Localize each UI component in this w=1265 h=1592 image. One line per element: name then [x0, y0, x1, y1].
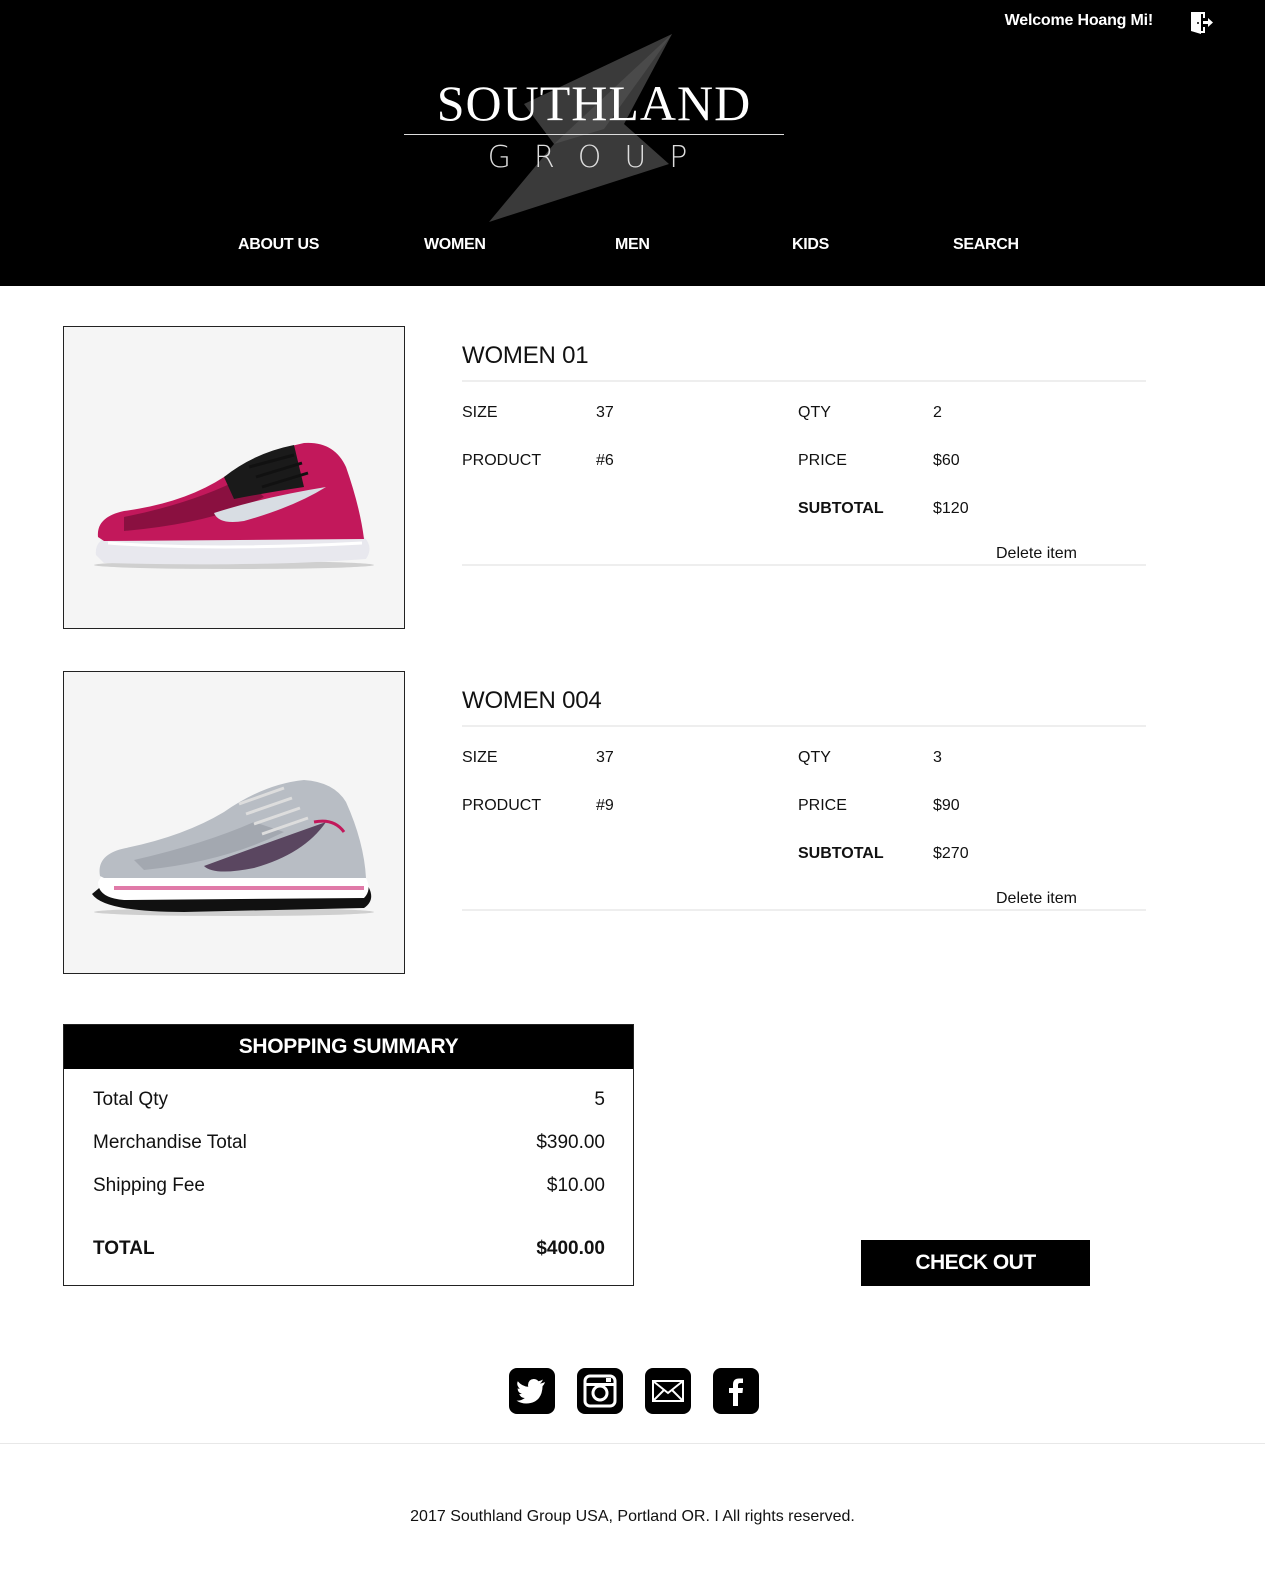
nav-men[interactable]: MEN: [615, 236, 650, 254]
cart-item: WOMEN 01 SIZE 37 QTY 2 PRODUCT #6 PRICE …: [63, 326, 1146, 629]
mail-icon[interactable]: [645, 1368, 691, 1414]
qty-value: 3: [933, 749, 942, 766]
southland-logo[interactable]: SOUTHLAND GROUP: [404, 34, 784, 224]
summary-title: SHOPPING SUMMARY: [64, 1025, 633, 1069]
nav-kids[interactable]: KIDS: [792, 236, 829, 254]
checkout-button[interactable]: CHECK OUT: [861, 1240, 1090, 1286]
price-value: $90: [933, 797, 960, 814]
logo-divider: [404, 134, 784, 135]
size-label: SIZE: [462, 749, 498, 766]
nav-search[interactable]: SEARCH: [953, 236, 1019, 254]
product-value: #6: [596, 452, 614, 469]
merchandise-total-label: Merchandise Total: [93, 1132, 247, 1153]
product-label: PRODUCT: [462, 452, 542, 469]
footer-divider: [0, 1443, 1265, 1444]
size-value: 37: [596, 404, 614, 421]
item-title: WOMEN 01: [462, 342, 589, 369]
size-label: SIZE: [462, 404, 498, 421]
product-image[interactable]: [63, 671, 405, 974]
divider: [462, 380, 1146, 382]
subtotal-value: $120: [933, 500, 969, 517]
facebook-icon[interactable]: [713, 1368, 759, 1414]
price-value: $60: [933, 452, 960, 469]
shopping-summary: SHOPPING SUMMARY Total Qty 5 Merchandise…: [63, 1024, 634, 1286]
price-label: PRICE: [798, 452, 847, 469]
shipping-fee-value: $10.00: [546, 1175, 605, 1196]
instagram-icon[interactable]: [577, 1368, 623, 1414]
delete-item-link[interactable]: Delete item: [996, 890, 1077, 908]
size-value: 37: [596, 749, 614, 766]
total-value: $400.00: [536, 1238, 605, 1259]
cart-item: WOMEN 004 SIZE 37 QTY 3 PRODUCT #9 PRICE…: [63, 671, 1146, 974]
delete-item-link[interactable]: Delete item: [996, 545, 1077, 563]
subtotal-label: SUBTOTAL: [798, 845, 884, 862]
logo-sub-text: GROUP: [487, 140, 711, 175]
shipping-fee-label: Shipping Fee: [93, 1175, 205, 1196]
site-header: Welcome Hoang Mi! SOUTHLAND GROUP ABOUT …: [0, 0, 1265, 286]
main-nav: ABOUT US WOMEN MEN KIDS SEARCH: [0, 236, 1265, 258]
total-label: TOTAL: [93, 1238, 155, 1259]
total-qty-label: Total Qty: [93, 1089, 168, 1110]
logo-main-text: SOUTHLAND: [436, 75, 752, 131]
logout-icon[interactable]: [1188, 10, 1214, 36]
qty-value: 2: [933, 404, 942, 421]
welcome-message: Welcome Hoang Mi!: [1004, 12, 1154, 29]
price-label: PRICE: [798, 797, 847, 814]
twitter-icon[interactable]: [509, 1368, 555, 1414]
subtotal-value: $270: [933, 845, 969, 862]
pink-running-shoe-icon: [94, 442, 374, 569]
nav-about-us[interactable]: ABOUT US: [238, 236, 319, 254]
total-qty-value: 5: [594, 1089, 605, 1110]
nav-women[interactable]: WOMEN: [424, 236, 486, 254]
item-title: WOMEN 004: [462, 687, 602, 714]
subtotal-label: SUBTOTAL: [798, 500, 884, 517]
divider: [462, 909, 1146, 911]
product-value: #9: [596, 797, 614, 814]
divider: [462, 564, 1146, 566]
grey-running-shoe-icon: [92, 780, 374, 916]
footer-copyright: 2017 Southland Group USA, Portland OR. I…: [410, 1508, 855, 1525]
qty-label: QTY: [798, 404, 831, 421]
merchandise-total-value: $390.00: [536, 1132, 605, 1153]
product-image[interactable]: [63, 326, 405, 629]
divider: [462, 725, 1146, 727]
product-label: PRODUCT: [462, 797, 542, 814]
qty-label: QTY: [798, 749, 831, 766]
